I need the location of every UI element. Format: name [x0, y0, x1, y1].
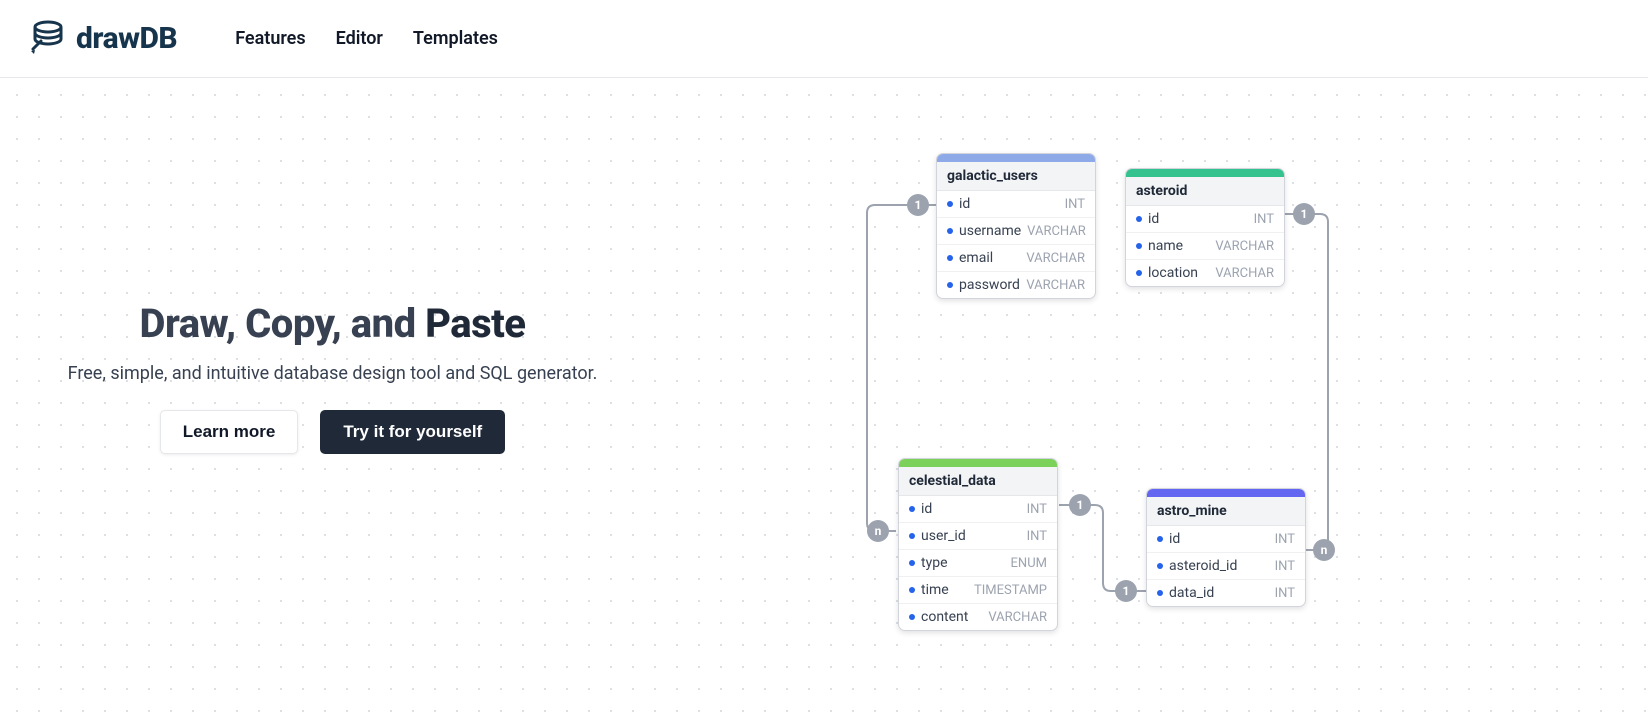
key-dot-icon [1136, 243, 1142, 249]
svg-text:n: n [875, 524, 882, 538]
hero-section: Draw, Copy, and Paste Free, simple, and … [0, 78, 1648, 715]
table-row[interactable]: idINT [1147, 526, 1305, 553]
key-dot-icon [909, 533, 915, 539]
table-row[interactable]: emailVARCHAR [937, 245, 1095, 272]
table-row[interactable]: typeENUM [899, 550, 1057, 577]
svg-text:1: 1 [1123, 584, 1130, 598]
relationship-lines: 1 n 1 n 1 1 [0, 78, 1648, 715]
table-title: astro_mine [1147, 497, 1305, 526]
table-astro-mine[interactable]: astro_mine idINT asteroid_idINT data_idI… [1146, 488, 1306, 607]
key-dot-icon [909, 614, 915, 620]
key-dot-icon [1157, 536, 1163, 542]
table-title: galactic_users [937, 162, 1095, 191]
table-celestial-data[interactable]: celestial_data idINT user_idINT typeENUM… [898, 458, 1058, 631]
key-dot-icon [1157, 563, 1163, 569]
table-row[interactable]: idINT [937, 191, 1095, 218]
svg-text:n: n [1321, 543, 1328, 557]
key-dot-icon [909, 587, 915, 593]
main-nav: Features Editor Templates [235, 28, 498, 49]
table-row[interactable]: nameVARCHAR [1126, 233, 1284, 260]
table-color-bar [1126, 169, 1284, 177]
table-row[interactable]: locationVARCHAR [1126, 260, 1284, 286]
header: drawDB Features Editor Templates [0, 0, 1648, 78]
table-row[interactable]: user_idINT [899, 523, 1057, 550]
table-row[interactable]: idINT [899, 496, 1057, 523]
er-diagram: 1 n 1 n 1 1 galactic_users idINT usernam… [0, 78, 1648, 715]
table-color-bar [899, 459, 1057, 467]
table-row[interactable]: data_idINT [1147, 580, 1305, 606]
key-dot-icon [947, 201, 953, 207]
brand-name: drawDB [76, 21, 177, 56]
key-dot-icon [909, 560, 915, 566]
nav-templates[interactable]: Templates [413, 28, 498, 49]
table-row[interactable]: timeTIMESTAMP [899, 577, 1057, 604]
table-row[interactable]: idINT [1126, 206, 1284, 233]
svg-text:1: 1 [1077, 498, 1084, 512]
key-dot-icon [947, 255, 953, 261]
table-row[interactable]: contentVARCHAR [899, 604, 1057, 630]
key-dot-icon [1157, 590, 1163, 596]
nav-features[interactable]: Features [235, 28, 305, 49]
svg-text:1: 1 [915, 198, 922, 212]
key-dot-icon [947, 228, 953, 234]
svg-text:1: 1 [1301, 207, 1308, 221]
table-row[interactable]: usernameVARCHAR [937, 218, 1095, 245]
key-dot-icon [909, 506, 915, 512]
table-galactic-users[interactable]: galactic_users idINT usernameVARCHAR ema… [936, 153, 1096, 299]
key-dot-icon [1136, 216, 1142, 222]
table-color-bar [1147, 489, 1305, 497]
key-dot-icon [947, 282, 953, 288]
key-dot-icon [1136, 270, 1142, 276]
table-row[interactable]: passwordVARCHAR [937, 272, 1095, 298]
table-title: asteroid [1126, 177, 1284, 206]
table-asteroid[interactable]: asteroid idINT nameVARCHAR locationVARCH… [1125, 168, 1285, 287]
logo-icon [30, 19, 66, 59]
table-title: celestial_data [899, 467, 1057, 496]
logo[interactable]: drawDB [30, 19, 177, 59]
table-row[interactable]: asteroid_idINT [1147, 553, 1305, 580]
table-color-bar [937, 154, 1095, 162]
nav-editor[interactable]: Editor [336, 28, 383, 49]
